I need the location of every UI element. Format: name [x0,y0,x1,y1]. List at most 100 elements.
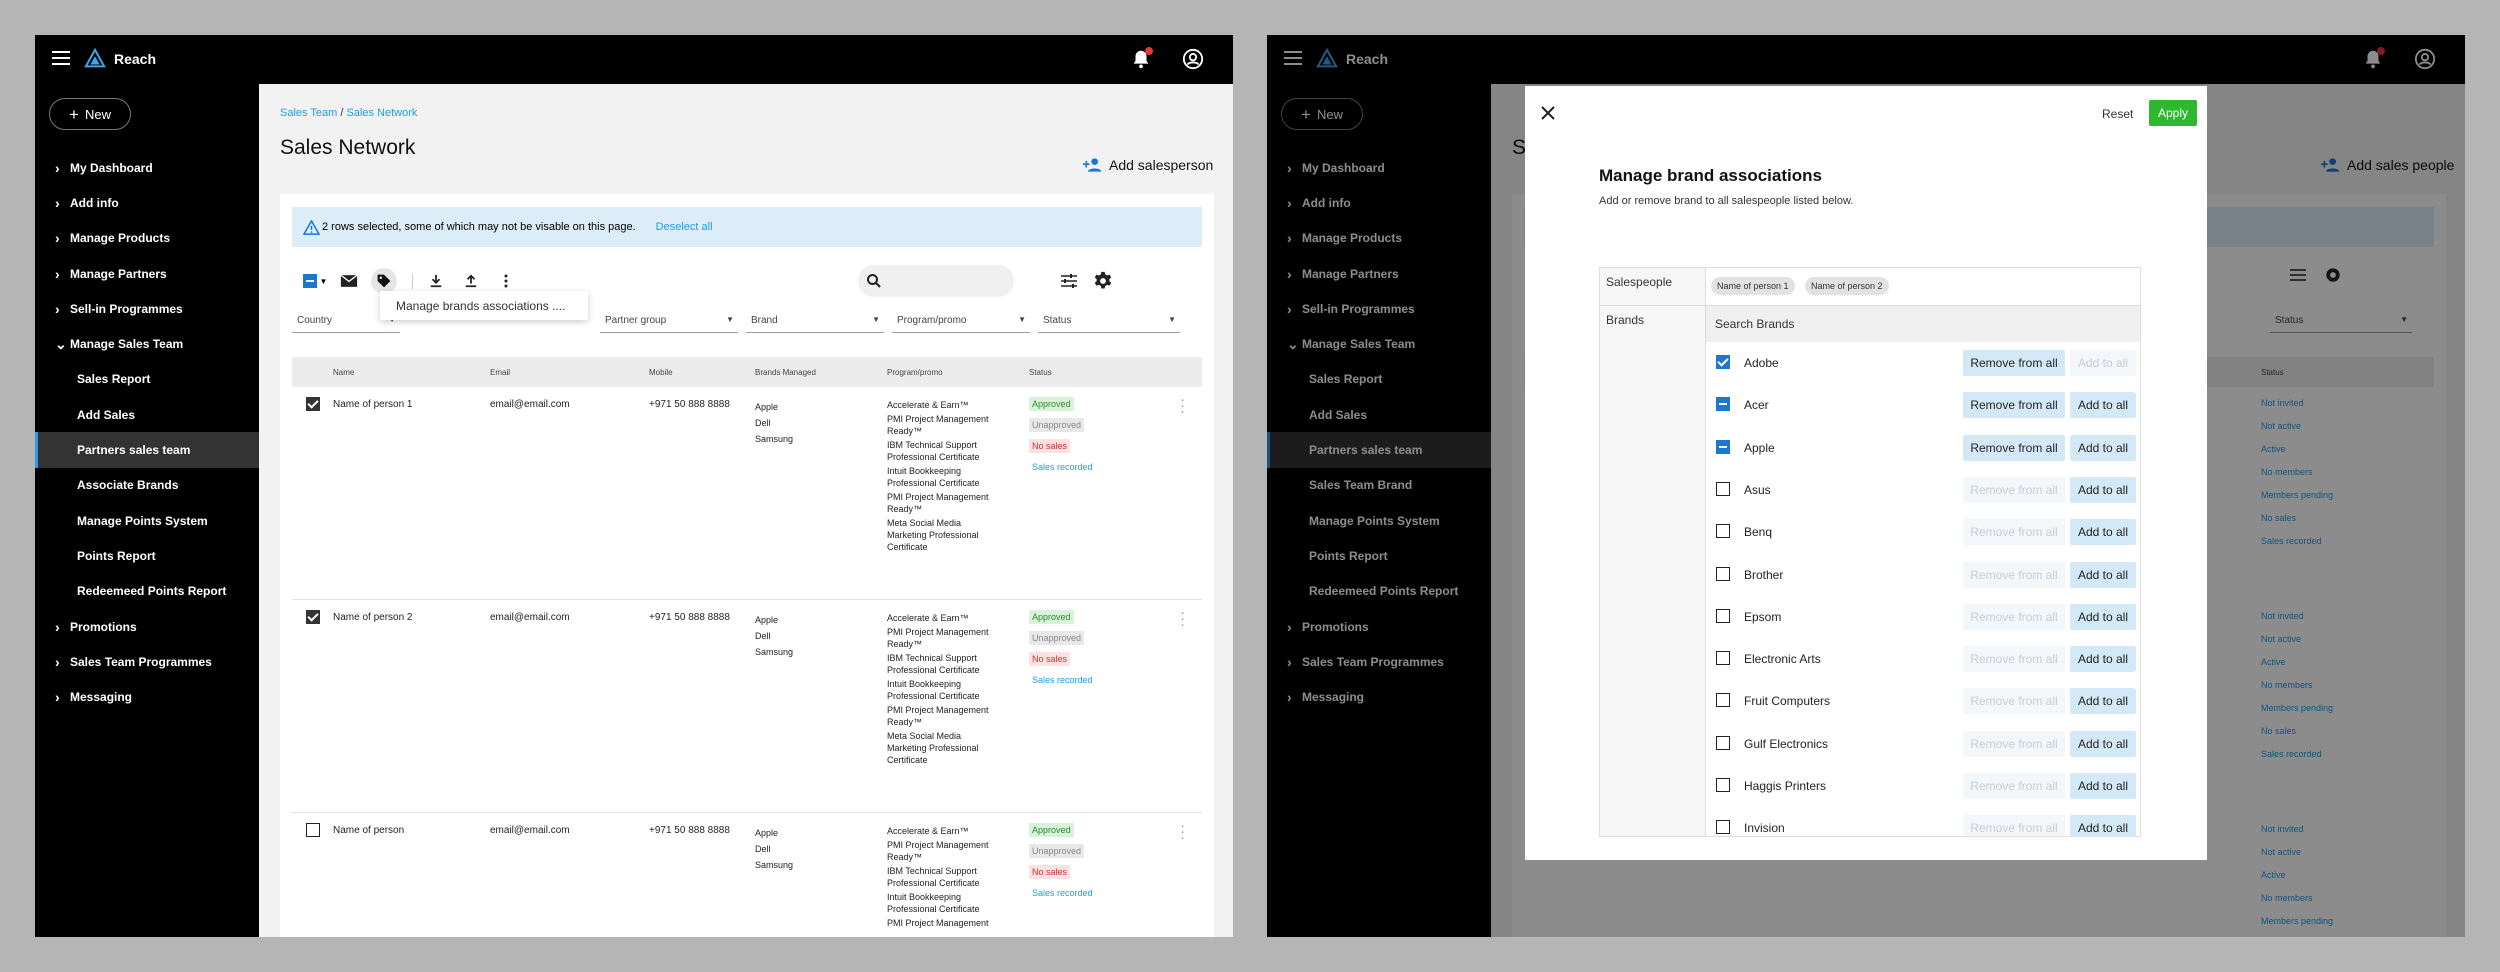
col-status[interactable]: Status [1029,368,1052,377]
breadcrumb-link[interactable]: Sales Team [280,107,337,119]
remove-from-all-button[interactable]: Remove from all [1963,603,2065,630]
sidebar-nav: › My Dashboard › Add info › Manage Products › M… [35,150,259,715]
salesperson-chip[interactable]: Name of person 1 [1711,277,1795,295]
col-brands[interactable]: Brands Managed [755,368,816,377]
remove-from-all-button[interactable]: Remove from all [1963,688,2065,715]
remove-from-all-button[interactable]: Remove from all [1963,730,2065,757]
row-checkbox[interactable] [306,397,320,411]
filter-brand[interactable]: Brand ▼ [746,311,884,333]
brand-checkbox[interactable] [1716,608,1730,623]
filter-partner-group[interactable]: Partner group ▼ [600,311,738,333]
remove-from-all-button[interactable]: Remove from all [1963,476,2065,503]
add-to-all-button[interactable]: Add to all [2070,773,2136,799]
table-row[interactable]: Name of person 2 email@email.com +971 50 8… [292,600,1202,813]
remove-from-all-button[interactable]: Remove from all [1963,773,2065,799]
sidebar-item-partners-sales-team[interactable]: Partners sales team [35,432,259,468]
brand-checkbox[interactable] [1716,778,1730,792]
apply-button[interactable]: Apply [2149,100,2197,126]
add-to-all-button[interactable]: Add to all [2070,476,2136,503]
remove-from-all-button[interactable]: Remove from all [1963,519,2065,546]
brand-search-input[interactable]: Search Brands [1706,306,2140,342]
add-to-all-button[interactable]: Add to all [2070,561,2136,588]
sidebar-item-sales-team-programmes[interactable]: › Sales Team Programmes [35,644,259,679]
add-to-all-button[interactable]: Add to all [2070,434,2136,461]
select-all-checkbox[interactable] [302,274,317,288]
sidebar-item-points-report[interactable]: Points Report [35,538,259,573]
hamburger-menu-icon[interactable] [52,51,70,65]
add-to-all-button[interactable]: Add to all [2070,730,2136,757]
row-menu-icon[interactable]: · · · [1180,818,1185,845]
sidebar-item-manage-points-system[interactable]: Manage Points System [35,503,259,538]
col-program[interactable]: Program/promo [887,368,943,377]
brand-checkbox[interactable] [1716,820,1730,835]
sidebar-item-label: Sales Report [77,372,151,387]
brand-checkbox[interactable] [1716,524,1730,539]
row-checkbox[interactable] [306,823,320,837]
salesperson-chip[interactable]: Name of person 2 [1805,277,1889,295]
add-to-all-button[interactable]: Add to all [2070,646,2136,673]
remove-from-all-button[interactable]: Remove from all [1963,392,2065,419]
status-badge: No sales [1029,652,1071,666]
filter-program-promo[interactable]: Program/promo ▼ [892,311,1030,333]
add-to-all-button[interactable]: Add to all [2070,350,2136,376]
user-account-icon[interactable] [1182,48,1204,70]
remove-from-all-button[interactable]: Remove from all [1963,350,2065,376]
col-email[interactable]: Email [490,368,510,377]
sidebar-item-add-info[interactable]: › Add info [35,185,259,220]
sidebar-item-promotions[interactable]: › Promotions [35,609,259,644]
remove-from-all-button[interactable]: Remove from all [1963,561,2065,588]
add-to-all-button[interactable]: Add to all [2070,519,2136,546]
sidebar-item-sales-report[interactable]: Sales Report [35,362,259,397]
search-input[interactable] [888,271,1006,291]
sidebar-item-my-dashboard[interactable]: › My Dashboard [35,150,259,185]
col-mobile[interactable]: Mobile [649,368,673,377]
brand-checkbox[interactable] [1716,439,1730,454]
row-menu-icon[interactable]: · · · [1180,392,1185,419]
brand-checkbox[interactable] [1716,481,1730,496]
remove-from-all-button[interactable]: Remove from all [1963,646,2065,673]
add-to-all-button[interactable]: Add to all [2070,815,2136,836]
filter-status[interactable]: Status ▼ [1038,311,1180,333]
row-menu-icon[interactable]: · · · [1180,605,1185,632]
email-icon[interactable] [336,268,362,294]
filter-sliders-icon[interactable] [1056,268,1082,294]
table-row[interactable]: Name of person email@email.com +971 50 888… [292,813,1202,937]
close-icon[interactable] [1541,106,1555,120]
brand-checkbox[interactable] [1716,566,1730,581]
new-button[interactable]: + New [49,98,131,130]
sidebar-item-manage-products[interactable]: › Manage Products [35,221,259,256]
program-item: Ready™ [887,639,923,649]
sidebar-item-label: Redeemeed Points Report [77,584,227,599]
row-mobile: +971 50 888 8888 [649,825,730,836]
row-checkbox[interactable] [306,610,320,624]
col-name[interactable]: Name [333,368,354,377]
sidebar-item-redeemeed-points-report[interactable]: Redeemeed Points Report [35,574,259,609]
reset-button[interactable]: Reset [2102,107,2133,121]
brand-checkbox[interactable] [1716,651,1730,666]
manage-brands-tooltip[interactable]: Manage brands associations .... [380,291,588,320]
sidebar-item-add-sales[interactable]: Add Sales [35,397,259,432]
add-to-all-button[interactable]: Add to all [2070,603,2136,630]
select-all-dropdown[interactable]: ▼ [300,268,330,294]
brand-name: Adobe [1744,356,1779,370]
brand-checkbox[interactable] [1716,397,1730,412]
add-salesperson-button[interactable]: Add salesperson [1083,157,1213,173]
deselect-all-link[interactable]: Deselect all [656,221,713,233]
sidebar-item-sell-in-programmes[interactable]: › Sell-in Programmes [35,291,259,326]
sidebar-item-manage-sales-team[interactable]: ⌄ Manage Sales Team [35,326,259,361]
remove-from-all-button[interactable]: Remove from all [1963,434,2065,461]
chevron-right-icon: › [55,300,60,317]
brand-checkbox[interactable] [1716,735,1730,750]
add-to-all-button[interactable]: Add to all [2070,688,2136,715]
breadcrumb-current[interactable]: Sales Network [346,107,417,119]
add-to-all-button[interactable]: Add to all [2070,392,2136,419]
brand-checkbox[interactable] [1716,355,1730,369]
settings-gear-icon[interactable] [1090,268,1116,294]
sidebar-item-messaging[interactable]: › Messaging [35,679,259,714]
brand-row-adobe: Adobe Remove from all Add to all [1706,342,2140,384]
brand-checkbox[interactable] [1716,693,1730,708]
sidebar-item-associate-brands[interactable]: Associate Brands [35,468,259,503]
remove-from-all-button[interactable]: Remove from all [1963,815,2065,836]
sidebar-item-manage-partners[interactable]: › Manage Partners [35,256,259,291]
table-row[interactable]: Name of person 1 email@email.com +971 50 8… [292,387,1202,600]
